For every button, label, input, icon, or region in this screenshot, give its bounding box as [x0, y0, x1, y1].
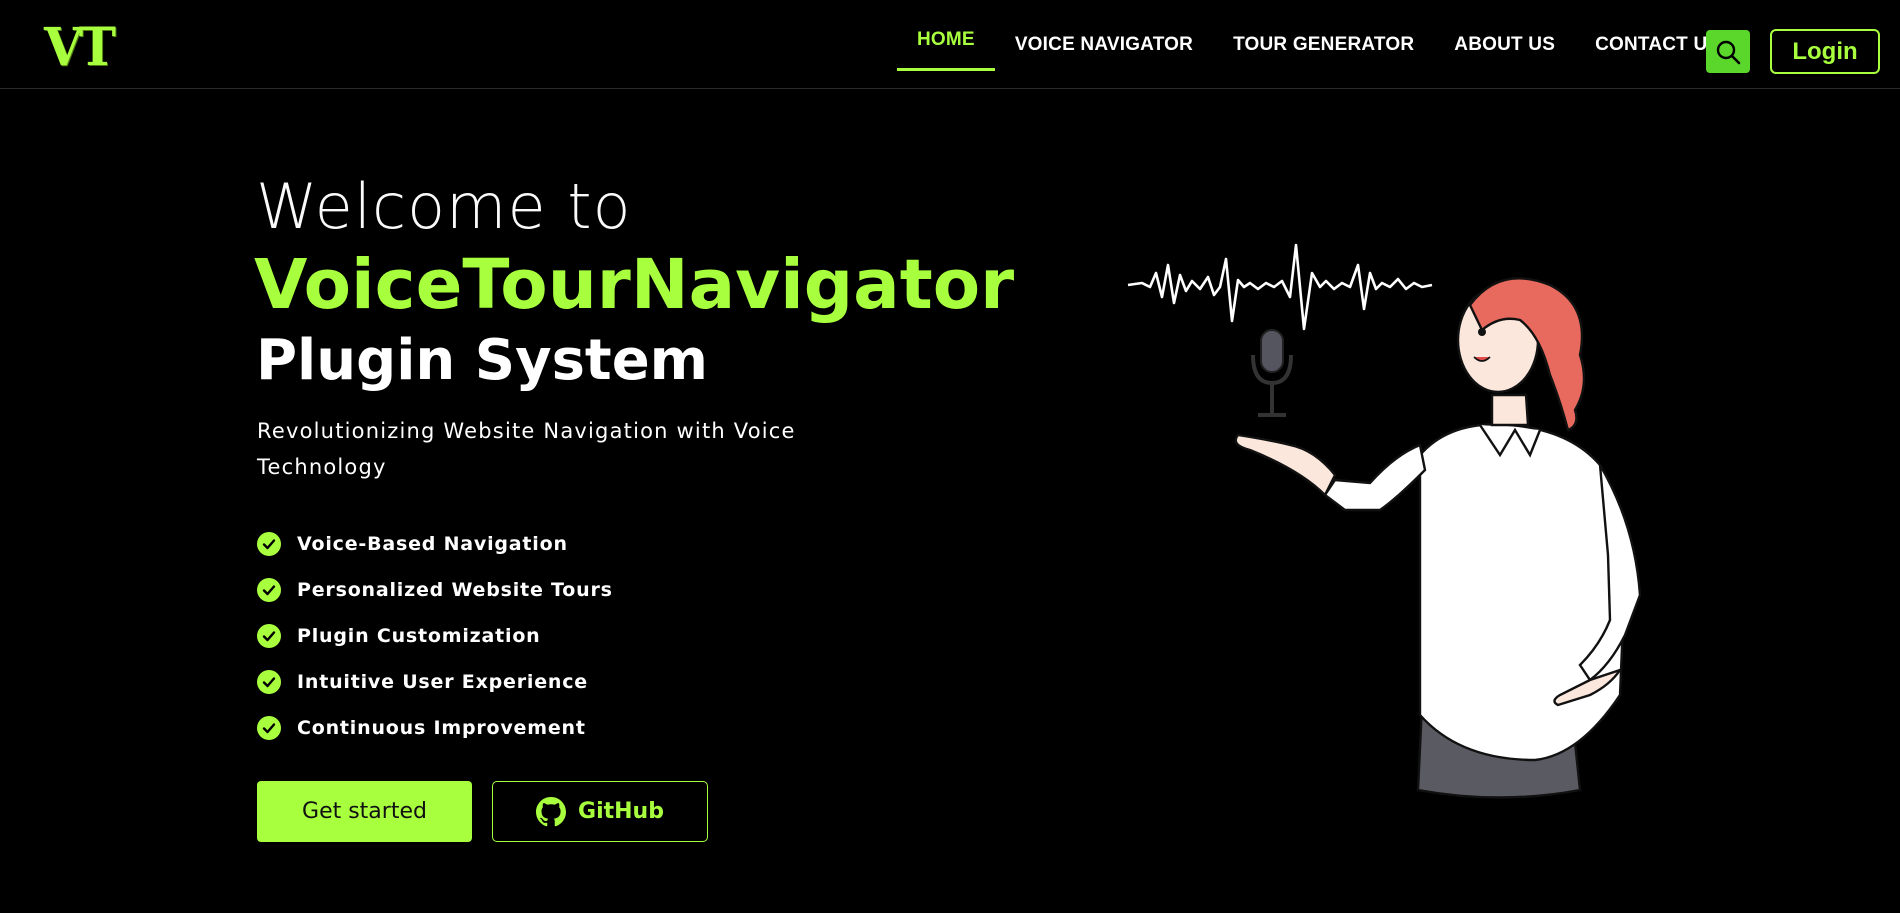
feature-item: Intuitive User Experience	[257, 659, 613, 705]
check-icon	[257, 624, 281, 648]
feature-label: Intuitive User Experience	[297, 671, 588, 693]
feature-item: Plugin Customization	[257, 613, 613, 659]
nav-links: HOME VOICE NAVIGATOR TOUR GENERATOR ABOU…	[897, 0, 1740, 89]
microphone-icon	[1251, 329, 1293, 417]
feature-label: Plugin Customization	[297, 625, 541, 647]
feature-label: Voice-Based Navigation	[297, 533, 568, 555]
nav-link-about-us[interactable]: ABOUT US	[1434, 0, 1575, 89]
sound-wave-icon	[1127, 243, 1433, 331]
feature-item: Personalized Website Tours	[257, 567, 613, 613]
nav-link-home[interactable]: HOME	[897, 0, 995, 89]
search-icon	[1716, 40, 1741, 64]
feature-label: Continuous Improvement	[297, 717, 586, 739]
check-icon	[257, 670, 281, 694]
hero-welcome: Welcome to	[256, 170, 632, 243]
nav-link-voice-navigator[interactable]: VOICE NAVIGATOR	[995, 0, 1213, 89]
github-button[interactable]: GitHub	[492, 781, 708, 842]
hero-subheading: Plugin System	[256, 328, 709, 393]
hero-subtitle: Revolutionizing Website Navigation with …	[257, 419, 796, 479]
hero-illustration	[1127, 243, 1642, 799]
nav-link-tour-generator[interactable]: TOUR GENERATOR	[1213, 0, 1434, 89]
site-logo[interactable]: VT	[44, 20, 116, 74]
top-navbar: VT HOME VOICE NAVIGATOR TOUR GENERATOR A…	[0, 0, 1900, 89]
login-button[interactable]: Login	[1770, 29, 1880, 74]
page: VT HOME VOICE NAVIGATOR TOUR GENERATOR A…	[0, 0, 1900, 913]
woman-figure	[1234, 277, 1642, 799]
search-button[interactable]	[1706, 30, 1750, 73]
check-icon	[257, 532, 281, 556]
feature-label: Personalized Website Tours	[297, 579, 613, 601]
feature-list: Voice-Based Navigation Personalized Webs…	[257, 521, 613, 751]
check-icon	[257, 716, 281, 740]
github-icon	[536, 796, 567, 826]
hero-brand-title: VoiceTourNavigator	[254, 245, 1015, 325]
feature-item: Voice-Based Navigation	[257, 521, 613, 567]
check-icon	[257, 578, 281, 602]
get-started-button[interactable]: Get started	[257, 781, 472, 842]
feature-item: Continuous Improvement	[257, 705, 613, 751]
github-label: GitHub	[578, 799, 664, 824]
